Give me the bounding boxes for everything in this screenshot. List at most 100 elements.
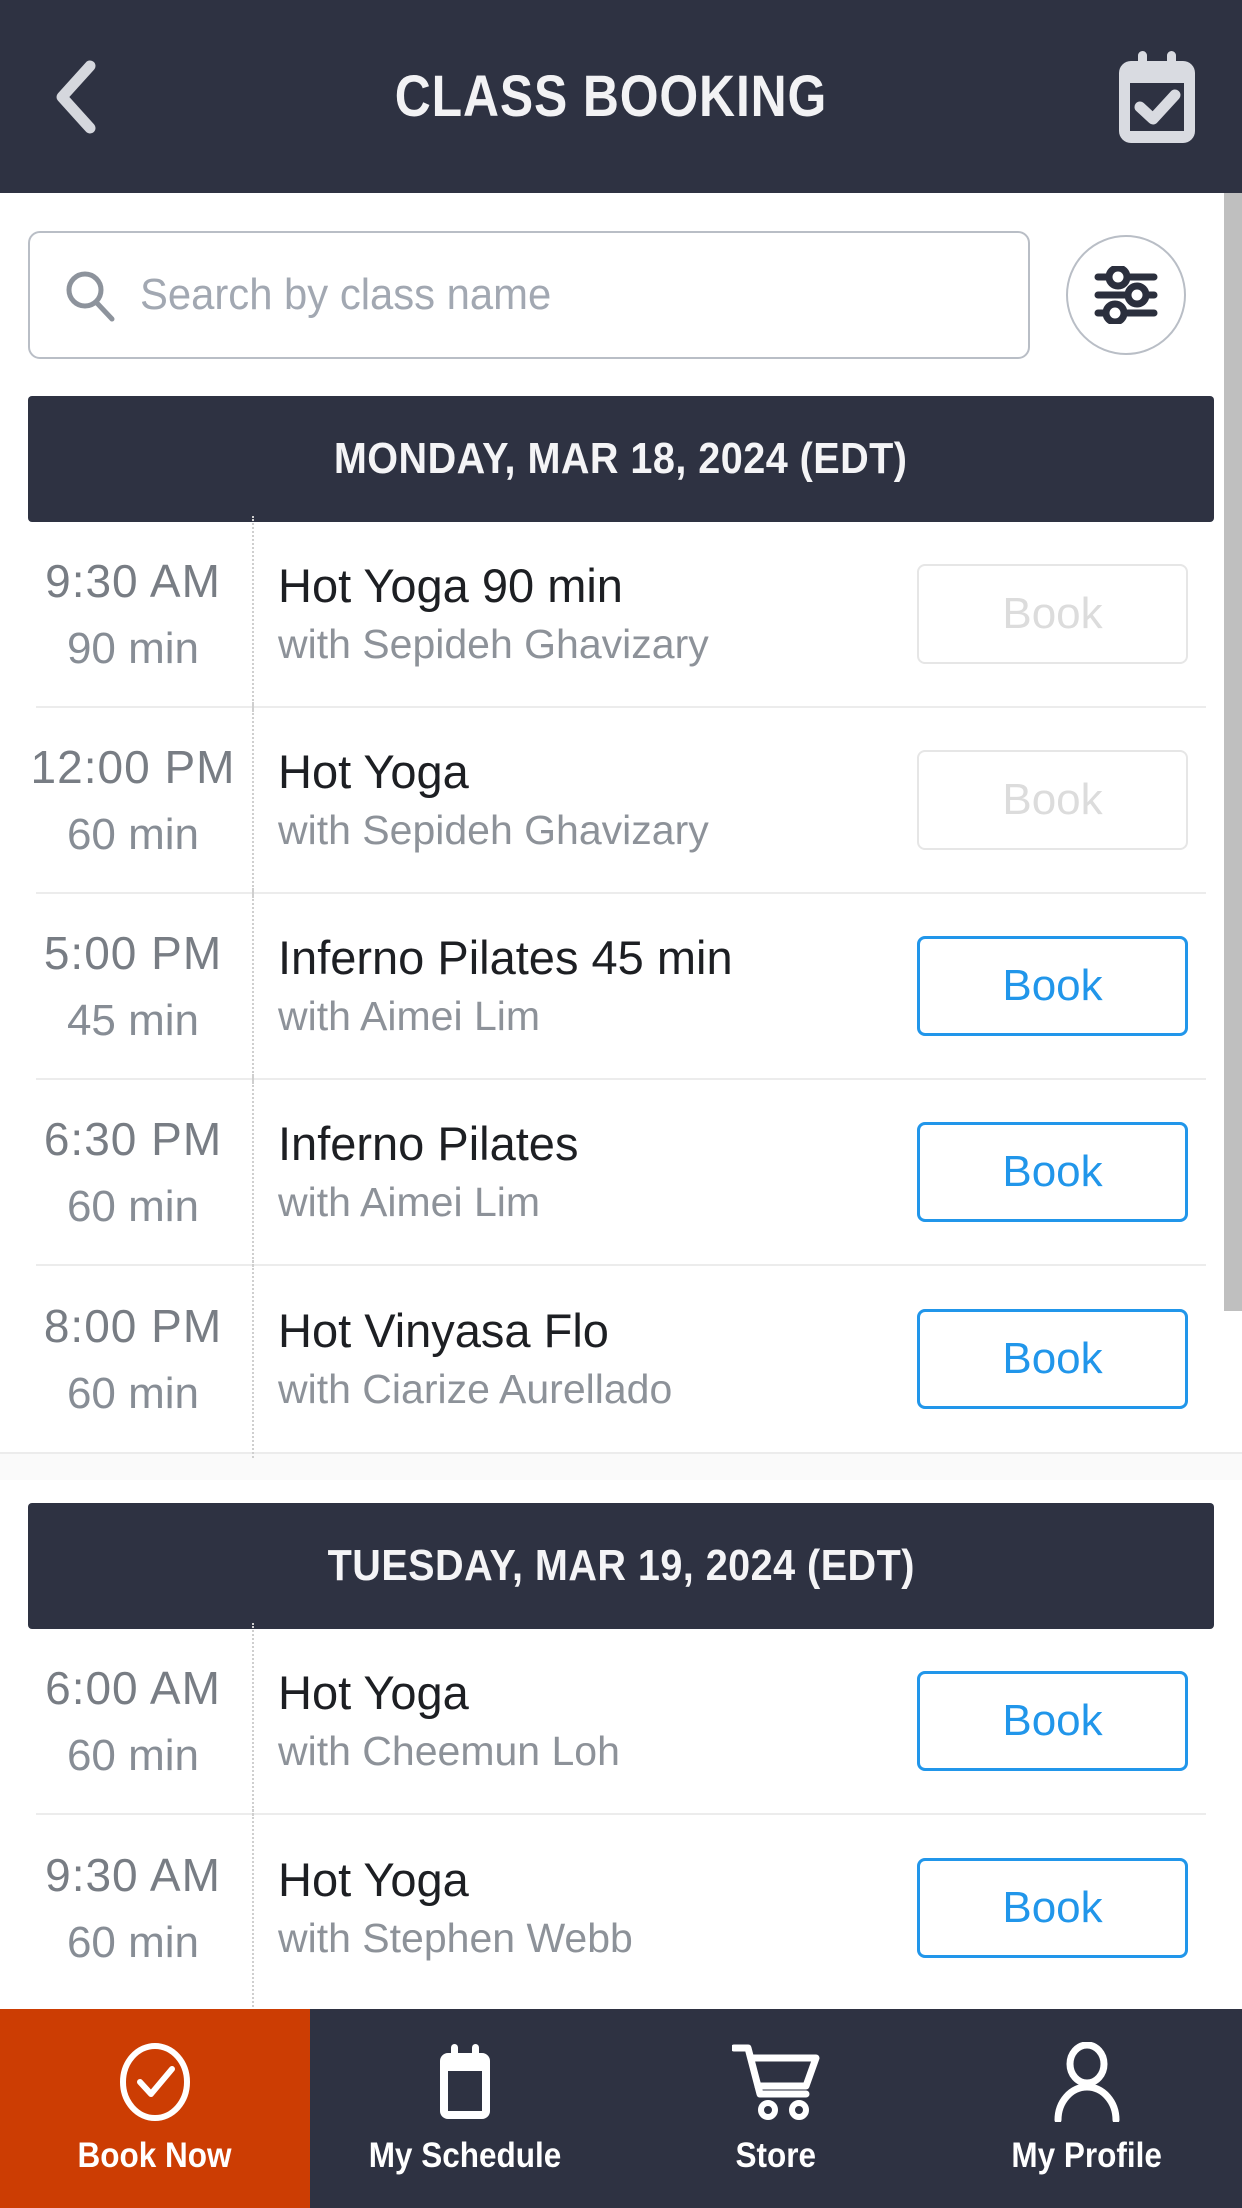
class-name: Hot Yoga [278,1665,469,1719]
calendar-check-icon [1119,50,1195,143]
book-button[interactable]: Book [917,1671,1188,1771]
nav-item-book-now[interactable]: Book Now [0,2009,310,2208]
search-icon [66,271,115,321]
nav-icon-wrap [434,2042,496,2122]
class-time-column: 5:00 PM 45 min [36,926,252,1046]
search-bar-row: Search by class name [0,193,1242,396]
class-schedule-list[interactable]: MONDAY, MAR 18, 2024 (EDT) 9:30 AM 90 mi… [0,396,1242,2009]
nav-icon-wrap [732,2042,820,2122]
class-name: Hot Yoga [278,1852,469,1906]
class-row[interactable]: 12:00 PM 60 min Hot Yoga with Sepideh Gh… [31,702,1206,898]
nav-icon-wrap [1052,2041,1122,2122]
day-header-label: MONDAY, MAR 18, 2024 (EDT) [334,434,908,483]
class-instructor: with Stephen Webb [278,1915,633,1962]
day-header: MONDAY, MAR 18, 2024 (EDT) [28,396,1214,522]
class-time: 6:00 AM [45,1662,221,1714]
class-time-column: 9:30 AM 90 min [36,554,252,674]
class-info-column: Hot Yoga with Cheemun Loh [252,1665,917,1776]
calendar-icon [440,2043,491,2119]
calendar-check-button[interactable] [1072,0,1242,193]
class-duration: 60 min [66,810,200,859]
book-button[interactable]: Book [917,936,1188,1036]
class-time: 9:30 AM [45,555,221,607]
search-placeholder-text: Search by class name [140,269,552,319]
class-name: Inferno Pilates [278,1116,579,1170]
shopping-cart-icon [732,2044,820,2120]
nav-label: My Profile [1011,2135,1162,2175]
class-instructor: with Ciarize Aurellado [278,1366,673,1413]
section-separator [0,1452,1242,1480]
class-time: 9:30 AM [45,1849,221,1901]
class-time: 6:30 PM [43,1113,223,1165]
nav-label: Store [735,2135,817,2175]
class-duration: 60 min [66,1918,200,1967]
class-instructor: with Sepideh Ghavizary [278,621,709,668]
class-instructor: with Aimei Lim [278,993,541,1040]
back-button[interactable] [0,0,150,193]
class-duration: 90 min [66,624,200,673]
class-row[interactable]: 6:00 AM 60 min Hot Yoga with Cheemun Loh… [36,1623,1206,1819]
class-name: Inferno Pilates 45 min [278,930,733,984]
class-instructor: with Sepideh Ghavizary [278,807,709,854]
book-button[interactable]: Book [917,1122,1188,1222]
bottom-navigation: Book Now My Schedule Store My Profile [0,2009,1242,2208]
class-info-column: Hot Yoga with Stephen Webb [252,1852,917,1963]
class-info-column: Inferno Pilates with Aimei Lim [252,1116,917,1227]
nav-item-my-profile[interactable]: My Profile [931,2009,1242,2208]
app-header: CLASS BOOKING [0,0,1242,193]
person-icon [1054,2041,1120,2122]
class-name: Hot Vinyasa Flo [278,1303,609,1357]
column-divider [252,702,254,898]
column-divider [252,1809,254,2007]
class-time-column: 9:30 AM 60 min [36,1848,252,1968]
class-time-column: 8:00 PM 60 min [36,1299,252,1419]
scrollbar-thumb[interactable] [1224,193,1242,1311]
day-header-label: TUESDAY, MAR 19, 2024 (EDT) [327,1541,915,1590]
column-divider [252,516,254,712]
day-header: TUESDAY, MAR 19, 2024 (EDT) [28,1503,1214,1629]
class-time: 12:00 PM [30,741,236,793]
scrollbar[interactable] [1224,193,1242,2208]
class-name: Hot Yoga [278,744,469,798]
book-button[interactable]: Book [917,1858,1188,1958]
class-instructor: with Cheemun Loh [278,1728,620,1775]
book-button[interactable]: Book [917,1309,1188,1409]
class-row[interactable]: 6:30 PM 60 min Inferno Pilates with Aime… [36,1074,1206,1270]
class-time-column: 6:00 AM 60 min [36,1661,252,1781]
column-divider [252,1260,254,1458]
nav-label: My Schedule [369,2135,562,2175]
class-info-column: Inferno Pilates 45 min with Aimei Lim [252,930,917,1041]
class-instructor: with Aimei Lim [278,1179,541,1226]
nav-item-store[interactable]: Store [620,2009,932,2208]
class-row[interactable]: 9:30 AM 60 min Hot Yoga with Stephen Web… [36,1809,1206,2007]
nav-icon-wrap [117,2042,193,2122]
class-duration: 60 min [66,1182,200,1231]
filter-sliders-icon [1094,265,1158,324]
nav-item-my-schedule[interactable]: My Schedule [310,2009,621,2208]
column-divider [252,1623,254,1819]
book-button: Book [917,750,1188,850]
class-time: 5:00 PM [43,927,223,979]
class-info-column: Hot Vinyasa Flo with Ciarize Aurellado [252,1303,917,1414]
class-row[interactable]: 8:00 PM 60 min Hot Vinyasa Flo with Ciar… [36,1260,1206,1458]
column-divider [252,1074,254,1270]
class-row[interactable]: 5:00 PM 45 min Inferno Pilates 45 min wi… [36,888,1206,1084]
class-booking-screen: CLASS BOOKING Search by class name MONDA… [0,0,1242,2208]
class-time: 8:00 PM [43,1300,223,1352]
class-time-column: 6:30 PM 60 min [36,1112,252,1232]
day-class-list: 6:00 AM 60 min Hot Yoga with Cheemun Loh… [0,1623,1242,2007]
search-input[interactable]: Search by class name [28,230,1030,359]
class-duration: 60 min [66,1369,200,1418]
page-title: CLASS BOOKING [394,64,828,129]
book-button: Book [917,564,1188,664]
class-row[interactable]: 9:30 AM 90 min Hot Yoga 90 min with Sepi… [36,516,1206,712]
column-divider [252,888,254,1084]
class-time-column: 12:00 PM 60 min [31,740,252,860]
class-duration: 45 min [66,996,200,1045]
class-name: Hot Yoga 90 min [278,558,623,612]
filter-button[interactable] [1066,234,1186,355]
nav-label: Book Now [77,2135,232,2175]
class-duration: 60 min [66,1731,200,1780]
check-circle-icon [120,2042,190,2121]
class-info-column: Hot Yoga 90 min with Sepideh Ghavizary [252,558,917,669]
